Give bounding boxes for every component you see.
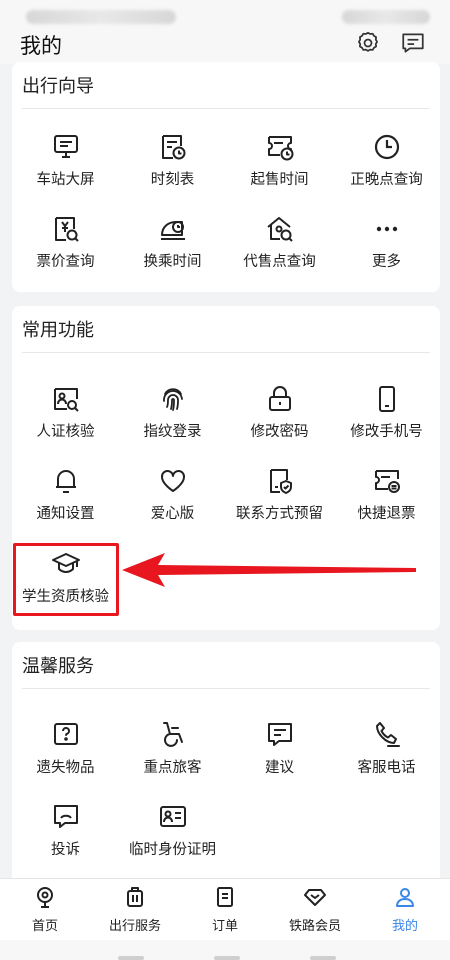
grid-item-more[interactable]: 更多 (333, 214, 440, 288)
grid-item-contact-reserve[interactable]: 联系方式预留 (226, 466, 333, 540)
diamond-icon (303, 885, 327, 909)
grid-item-agency-query[interactable]: 代售点查询 (226, 214, 333, 288)
tab-home[interactable]: 首页 (0, 885, 90, 934)
warm-services-card: 温馨服务 遗失物品 重点旅客 建议 客服电话 投诉 临时身份证明 (12, 642, 440, 878)
monitor-icon (51, 132, 81, 162)
grid-item-timetable[interactable]: 时刻表 (119, 132, 226, 206)
grid-item-priority-passenger[interactable]: 重点旅客 (119, 720, 226, 794)
lock-icon (265, 384, 295, 414)
more-icon (372, 214, 402, 244)
tab-travel-service[interactable]: 出行服务 (90, 885, 180, 934)
phone-call-icon (372, 720, 402, 750)
grid-item-transfer-time[interactable]: 换乘时间 (119, 214, 226, 288)
wheelchair-icon (158, 720, 188, 750)
tab-orders[interactable]: 订单 (180, 885, 270, 934)
contact-shield-icon (265, 466, 295, 496)
grid-item-quick-refund[interactable]: 快捷退票 (333, 466, 440, 540)
phone-icon (372, 384, 402, 414)
id-verify-icon (51, 384, 81, 414)
grid-item-id-verify[interactable]: 人证核验 (12, 384, 119, 458)
nav-hint (214, 956, 240, 960)
tab-mine[interactable]: 我的 (360, 885, 450, 934)
message-icon[interactable] (400, 30, 426, 56)
annotation-arrow (122, 553, 416, 587)
grid-item-change-phone[interactable]: 修改手机号 (333, 384, 440, 458)
status-bar-blur (26, 10, 176, 24)
page-title: 我的 (20, 34, 62, 58)
grid-item-notification-settings[interactable]: 通知设置 (12, 466, 119, 540)
divider (22, 352, 430, 353)
order-icon (213, 885, 237, 909)
grid-item-suggestion[interactable]: 建议 (226, 720, 333, 794)
home-icon (33, 885, 57, 909)
grid-item-temp-id[interactable]: 临时身份证明 (119, 802, 226, 876)
divider (22, 688, 430, 689)
header: 我的 (0, 0, 450, 64)
suggestion-icon (265, 720, 295, 750)
fingerprint-icon (158, 384, 188, 414)
grid-item-fingerprint-login[interactable]: 指纹登录 (119, 384, 226, 458)
id-card-icon (158, 802, 188, 832)
grid-item-lost-items[interactable]: 遗失物品 (12, 720, 119, 794)
gear-icon[interactable] (355, 30, 381, 56)
fare-query-icon (51, 214, 81, 244)
grid-item-complaint[interactable]: 投诉 (12, 802, 119, 876)
nav-hint (310, 956, 336, 960)
complaint-icon (51, 802, 81, 832)
grid-item-service-phone[interactable]: 客服电话 (333, 720, 440, 794)
nav-hint (118, 956, 144, 960)
section-title: 出行向导 (22, 76, 94, 97)
section-title: 常用功能 (22, 320, 94, 341)
transfer-time-icon (158, 214, 188, 244)
bell-icon (51, 466, 81, 496)
grid-item-change-password[interactable]: 修改密码 (226, 384, 333, 458)
question-box-icon (51, 720, 81, 750)
grid-item-sale-time[interactable]: 起售时间 (226, 132, 333, 206)
grid-item-station-screen[interactable]: 车站大屏 (12, 132, 119, 206)
heart-icon (158, 466, 188, 496)
grid-item-fare-query[interactable]: 票价查询 (12, 214, 119, 288)
status-bar-blur-right (342, 10, 430, 24)
refund-ticket-icon (372, 466, 402, 496)
tab-railway-member[interactable]: 铁路会员 (270, 885, 360, 934)
user-icon (393, 885, 417, 909)
travel-guide-card: 出行向导 车站大屏 时刻表 起售时间 正晚点查询 票价查询 换乘时间 代售点查询… (12, 62, 440, 292)
timetable-icon (158, 132, 188, 162)
highlight-box (13, 543, 119, 616)
bottom-tab-bar: 首页 出行服务 订单 铁路会员 我的 (0, 878, 450, 940)
clock-icon (372, 132, 402, 162)
section-title: 温馨服务 (22, 656, 94, 677)
sale-time-icon (265, 132, 295, 162)
grid-item-delay-query[interactable]: 正晚点查询 (333, 132, 440, 206)
grid-item-care-version[interactable]: 爱心版 (119, 466, 226, 540)
agency-query-icon (265, 214, 295, 244)
luggage-icon (123, 885, 147, 909)
divider (22, 108, 430, 109)
